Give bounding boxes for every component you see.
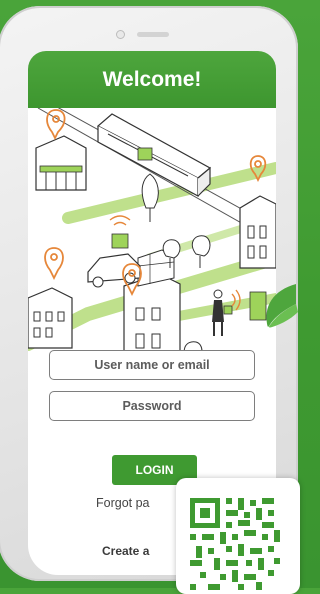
page-title: Welcome!: [102, 67, 202, 91]
front-camera-icon: [116, 30, 125, 39]
leaf-icon: [258, 284, 298, 346]
speaker-grille: [137, 32, 169, 37]
qr-code-icon: [190, 498, 280, 590]
qr-code-card: [176, 478, 300, 594]
password-input[interactable]: [49, 391, 255, 421]
app-header: Welcome!: [28, 51, 276, 108]
create-account-link[interactable]: Create a: [102, 544, 149, 558]
city-illustration: [28, 108, 276, 380]
forgot-password-link[interactable]: Forgot pa: [96, 496, 150, 510]
username-input[interactable]: [49, 350, 255, 380]
